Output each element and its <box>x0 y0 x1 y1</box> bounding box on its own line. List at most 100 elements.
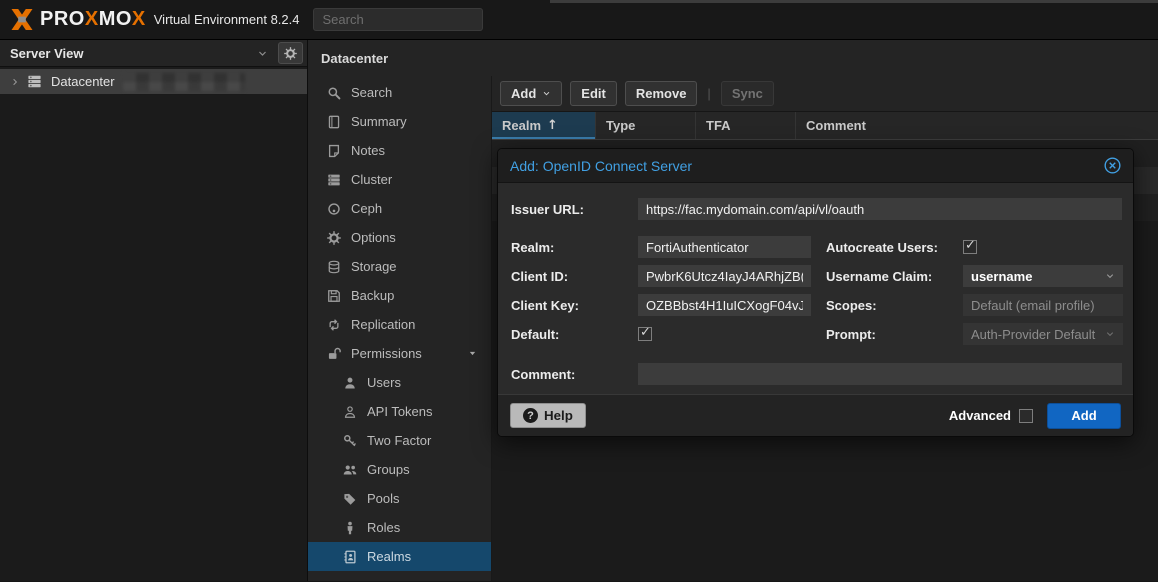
toolbar: Add Edit Remove | Sync <box>492 76 1158 112</box>
menu-item-users[interactable]: Users <box>308 368 491 397</box>
menu-item-search[interactable]: Search <box>308 78 491 107</box>
dialog-body: Issuer URL: Realm: Autocreate Users: Cli… <box>498 198 1133 385</box>
menu-item-groups[interactable]: Groups <box>308 455 491 484</box>
menu-item-two-factor[interactable]: Two Factor <box>308 426 491 455</box>
key-icon <box>342 434 358 448</box>
resource-tree-panel: Server View Datacenter <box>0 40 308 581</box>
menu-item-notes[interactable]: Notes <box>308 136 491 165</box>
default-label: Default: <box>511 327 638 342</box>
autocreate-users-checkbox[interactable] <box>963 240 977 254</box>
users-icon <box>342 463 358 477</box>
scopes-label: Scopes: <box>826 298 963 313</box>
top-header: PROXMOX Virtual Environment 8.2.4 <box>0 0 1158 40</box>
replication-icon <box>326 318 342 332</box>
menu-item-label: Summary <box>351 114 407 129</box>
menu-item-label: Permissions <box>351 346 422 361</box>
dialog-add-openid: Add: OpenID Connect Server Issuer URL: R… <box>497 148 1134 437</box>
view-selector-label: Server View <box>10 46 257 61</box>
chevron-right-icon[interactable] <box>10 77 20 87</box>
menu-item-label: Groups <box>367 462 410 477</box>
search-input[interactable] <box>313 8 483 31</box>
proxmox-logo-text: PROXMOX <box>40 8 146 31</box>
page-title: Datacenter <box>308 40 1158 76</box>
caret-down-icon <box>468 349 477 358</box>
username-claim-select[interactable]: username <box>963 265 1123 287</box>
unlock-icon <box>326 347 342 361</box>
gear-icon <box>284 47 297 60</box>
advanced-checkbox[interactable] <box>1019 409 1033 423</box>
chevron-down-icon <box>1105 271 1115 281</box>
close-button[interactable] <box>1104 157 1121 174</box>
sync-button[interactable]: Sync <box>721 81 774 106</box>
gear-icon <box>326 231 342 245</box>
datacenter-icon <box>27 74 42 89</box>
comment-label: Comment: <box>511 367 638 382</box>
column-header-tfa[interactable]: TFA <box>696 112 796 139</box>
column-header-type[interactable]: Type <box>596 112 696 139</box>
menu-item-replication[interactable]: Replication <box>308 310 491 339</box>
close-icon <box>1104 157 1121 174</box>
client-id-label: Client ID: <box>511 269 638 284</box>
menu-item-roles[interactable]: Roles <box>308 513 491 542</box>
search-icon <box>326 86 342 100</box>
tree-item-datacenter[interactable]: Datacenter <box>0 69 307 94</box>
menu-item-ceph[interactable]: Ceph <box>308 194 491 223</box>
product-version-label: Virtual Environment 8.2.4 <box>154 12 300 27</box>
add-button-label: Add <box>511 86 536 101</box>
chevron-down-icon <box>542 89 551 98</box>
issuer-url-input[interactable] <box>638 198 1122 220</box>
menu-item-api-tokens[interactable]: API Tokens <box>308 397 491 426</box>
tree-item-label: Datacenter <box>51 74 115 89</box>
help-button[interactable]: ? Help <box>510 403 586 428</box>
prompt-select[interactable]: Auth-Provider Default <box>963 323 1123 345</box>
window-top-strip <box>550 0 1158 3</box>
user-icon <box>342 376 358 390</box>
menu-item-storage[interactable]: Storage <box>308 252 491 281</box>
dialog-titlebar[interactable]: Add: OpenID Connect Server <box>498 149 1133 183</box>
default-checkbox[interactable] <box>638 327 652 341</box>
menu-item-realms[interactable]: Realms <box>308 542 491 571</box>
tree-settings-button[interactable] <box>278 42 303 64</box>
ha-icon <box>326 579 342 582</box>
chevron-down-icon <box>257 48 268 59</box>
proxmox-logo-icon <box>10 9 34 30</box>
toolbar-separator: | <box>707 86 710 101</box>
table-header: Realm ↑ Type TFA Comment <box>492 112 1158 140</box>
view-selector[interactable]: Server View <box>0 40 307 67</box>
menu-item-label: API Tokens <box>367 404 433 419</box>
remove-button[interactable]: Remove <box>625 81 698 106</box>
add-submit-button[interactable]: Add <box>1047 403 1121 429</box>
menu-item-label: Users <box>367 375 401 390</box>
realm-label: Realm: <box>511 240 638 255</box>
chevron-down-icon <box>1105 329 1115 339</box>
menu-item-cluster[interactable]: Cluster <box>308 165 491 194</box>
menu-item-options[interactable]: Options <box>308 223 491 252</box>
menu-item-summary[interactable]: Summary <box>308 107 491 136</box>
menu-item-pools[interactable]: Pools <box>308 484 491 513</box>
client-key-input[interactable] <box>638 294 811 316</box>
add-button[interactable]: Add <box>500 81 562 106</box>
issuer-url-label: Issuer URL: <box>511 202 638 217</box>
menu-item-label: Storage <box>351 259 397 274</box>
column-header-realm[interactable]: Realm ↑ <box>492 112 596 139</box>
menu-item-backup[interactable]: Backup <box>308 281 491 310</box>
id-card-icon <box>342 550 358 564</box>
menu-item-label: Ceph <box>351 201 382 216</box>
menu-item-label: HA <box>351 578 369 581</box>
comment-input[interactable] <box>638 363 1122 385</box>
column-header-comment[interactable]: Comment <box>796 112 1158 139</box>
book-icon <box>326 115 342 129</box>
scopes-input[interactable] <box>963 294 1123 316</box>
proxmox-app: PROXMOX Virtual Environment 8.2.4 Server… <box>0 0 1158 582</box>
client-id-input[interactable] <box>638 265 811 287</box>
menu-item-ha[interactable]: HA <box>308 571 491 581</box>
realm-input[interactable] <box>638 236 811 258</box>
ceph-icon <box>326 202 342 216</box>
edit-button[interactable]: Edit <box>570 81 617 106</box>
menu-item-label: Roles <box>367 520 400 535</box>
menu-item-label: Options <box>351 230 396 245</box>
dialog-footer: ? Help Advanced Add <box>498 394 1133 436</box>
menu-item-permissions[interactable]: Permissions <box>308 339 491 368</box>
user-outline-icon <box>342 405 358 419</box>
menu-item-label: Realms <box>367 549 411 564</box>
